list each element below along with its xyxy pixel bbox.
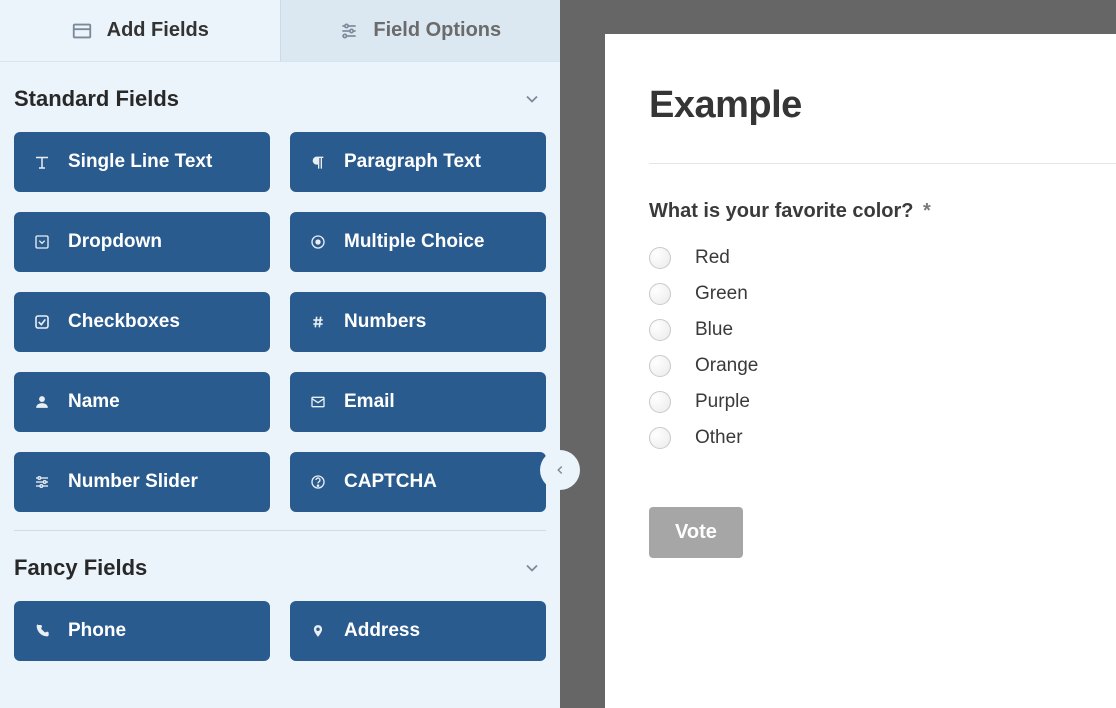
- envelope-icon: [308, 394, 328, 410]
- field-label: CAPTCHA: [344, 471, 437, 493]
- fancy-fields-grid: Phone Address: [0, 587, 560, 661]
- standard-fields-grid: Single Line Text Paragraph Text Dropdown…: [0, 118, 560, 512]
- field-single-line-text[interactable]: Single Line Text: [14, 132, 270, 192]
- field-label: Paragraph Text: [344, 151, 481, 173]
- option-label: Orange: [695, 355, 758, 377]
- field-label: Address: [344, 620, 420, 642]
- form-preview-canvas: Example What is your favorite color? * R…: [560, 0, 1116, 708]
- field-numbers[interactable]: Numbers: [290, 292, 546, 352]
- form-title: Example: [649, 84, 1116, 127]
- radio-icon: [308, 234, 328, 250]
- field-dropdown[interactable]: Dropdown: [14, 212, 270, 272]
- radio-icon: [649, 427, 671, 449]
- option-label: Purple: [695, 391, 750, 413]
- field-label: Single Line Text: [68, 151, 212, 173]
- radio-option[interactable]: Green: [649, 283, 1116, 305]
- field-email[interactable]: Email: [290, 372, 546, 432]
- option-label: Other: [695, 427, 743, 449]
- radio-icon: [649, 319, 671, 341]
- tab-add-fields[interactable]: Add Fields: [0, 0, 280, 61]
- field-label: Dropdown: [68, 231, 162, 253]
- title-divider: [649, 163, 1116, 164]
- tab-add-fields-label: Add Fields: [107, 19, 209, 42]
- map-pin-icon: [308, 622, 328, 640]
- radio-option[interactable]: Purple: [649, 391, 1116, 413]
- field-options-icon: [339, 21, 359, 41]
- field-name[interactable]: Name: [14, 372, 270, 432]
- field-label: Name: [68, 391, 120, 413]
- dropdown-icon: [32, 234, 52, 250]
- submit-button[interactable]: Vote: [649, 507, 743, 558]
- phone-icon: [32, 623, 52, 639]
- field-checkboxes[interactable]: Checkboxes: [14, 292, 270, 352]
- radio-option[interactable]: Orange: [649, 355, 1116, 377]
- paragraph-icon: [308, 153, 328, 171]
- field-label: Email: [344, 391, 395, 413]
- hash-icon: [308, 314, 328, 330]
- text-cursor-icon: [32, 153, 52, 171]
- radio-icon: [649, 247, 671, 269]
- radio-option[interactable]: Blue: [649, 319, 1116, 341]
- section-fancy-fields[interactable]: Fancy Fields: [0, 531, 560, 587]
- radio-option[interactable]: Other: [649, 427, 1116, 449]
- sidebar-tabs: Add Fields Field Options: [0, 0, 560, 62]
- section-standard-fields[interactable]: Standard Fields: [0, 62, 560, 118]
- radio-options: Red Green Blue Orange Purple Other: [649, 247, 1116, 449]
- sidebar-collapse-handle[interactable]: [540, 450, 580, 490]
- option-label: Green: [695, 283, 748, 305]
- field-paragraph-text[interactable]: Paragraph Text: [290, 132, 546, 192]
- required-asterisk: *: [923, 200, 931, 222]
- field-number-slider[interactable]: Number Slider: [14, 452, 270, 512]
- user-icon: [32, 394, 52, 410]
- field-label: Checkboxes: [68, 311, 180, 333]
- field-multiple-choice[interactable]: Multiple Choice: [290, 212, 546, 272]
- tab-field-options-label: Field Options: [373, 19, 501, 42]
- sliders-icon: [32, 474, 52, 490]
- radio-icon: [649, 355, 671, 377]
- section-standard-fields-label: Standard Fields: [14, 86, 179, 112]
- option-label: Blue: [695, 319, 733, 341]
- field-label: Multiple Choice: [344, 231, 484, 253]
- help-circle-icon: [308, 474, 328, 490]
- form-question: What is your favorite color? *: [649, 200, 1116, 223]
- field-phone[interactable]: Phone: [14, 601, 270, 661]
- tab-field-options[interactable]: Field Options: [280, 0, 561, 61]
- radio-option[interactable]: Red: [649, 247, 1116, 269]
- radio-icon: [649, 283, 671, 305]
- field-label: Number Slider: [68, 471, 198, 493]
- section-fancy-fields-label: Fancy Fields: [14, 555, 147, 581]
- builder-sidebar: Add Fields Field Options Standard Fields…: [0, 0, 560, 708]
- option-label: Red: [695, 247, 730, 269]
- form-preview-page: Example What is your favorite color? * R…: [605, 34, 1116, 708]
- chevron-down-icon: [522, 89, 542, 109]
- chevron-down-icon: [522, 558, 542, 578]
- question-text: What is your favorite color?: [649, 200, 913, 222]
- field-label: Phone: [68, 620, 126, 642]
- checkbox-icon: [32, 314, 52, 330]
- field-captcha[interactable]: CAPTCHA: [290, 452, 546, 512]
- add-fields-icon: [71, 20, 93, 42]
- radio-icon: [649, 391, 671, 413]
- field-label: Numbers: [344, 311, 426, 333]
- field-address[interactable]: Address: [290, 601, 546, 661]
